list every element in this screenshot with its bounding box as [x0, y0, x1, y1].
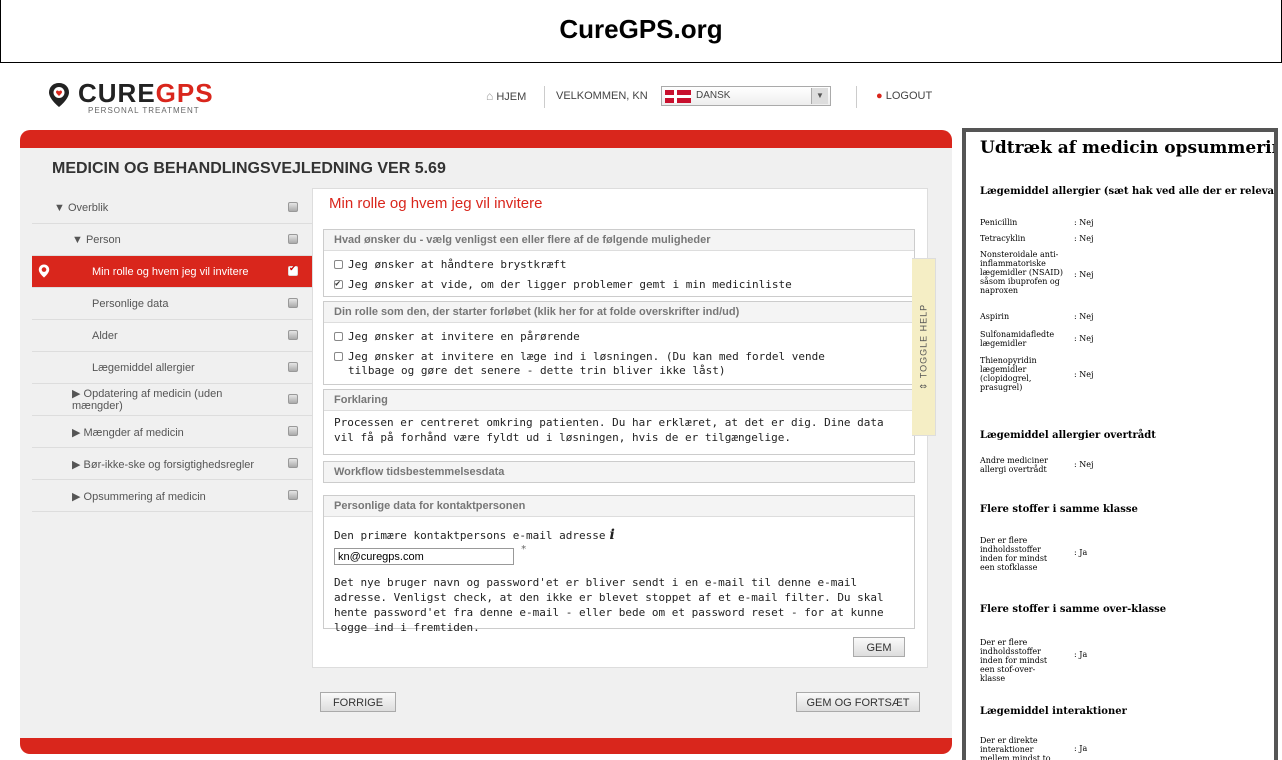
save-button[interactable]: GEM: [853, 637, 905, 657]
sidebar-item-alder[interactable]: Alder: [32, 320, 312, 352]
option-breast-cancer[interactable]: Jeg ønsker at håndtere brystkræft: [334, 258, 904, 272]
email-field[interactable]: [334, 548, 514, 565]
sidebar-item-overblik[interactable]: ▼ Overblik: [32, 192, 312, 224]
home-link[interactable]: ⌂ HJEM: [486, 89, 526, 103]
section-header[interactable]: Personlige data for kontaktpersonen: [324, 496, 914, 517]
user-icon: ●: [876, 90, 883, 102]
panel-top-bar: [20, 130, 952, 148]
section-contact: Personlige data for kontaktpersonen Den …: [323, 495, 915, 634]
email-label: Den primære kontaktpersons e-mail adress…: [334, 527, 615, 543]
sidebar-checkbox[interactable]: [288, 362, 298, 372]
checkbox[interactable]: [334, 332, 343, 341]
nav-divider: [544, 86, 545, 108]
language-select[interactable]: DANSK ▼: [661, 86, 831, 106]
location-pin-icon: [49, 83, 69, 107]
save-continue-button[interactable]: GEM OG FORTSÆT: [796, 692, 920, 712]
explanation-text: Processen er centreret omkring patienten…: [334, 416, 884, 444]
email-note: Det nye bruger navn og password'et er bl…: [334, 576, 884, 634]
sidebar-checkbox[interactable]: [288, 458, 298, 468]
content-panel: Min rolle og hvem jeg vil invitere Hvad …: [312, 188, 928, 668]
logout-link[interactable]: ● LOGOUT: [876, 90, 932, 102]
danish-flag-icon: [665, 90, 691, 103]
info-icon[interactable]: i: [610, 527, 615, 543]
summary-panel: Udtræk af medicin opsummering Lægemiddel…: [962, 128, 1278, 760]
sidebar-checkbox[interactable]: [288, 330, 298, 340]
site-title: CureGPS.org: [559, 14, 723, 44]
sidebar-item-forsigtighed[interactable]: ▶ Bør-ikke-ske og forsigtighedsregler: [32, 448, 312, 480]
sidebar-item-opdatering[interactable]: ▶ Opdatering af medicin (uden mængder): [32, 384, 312, 416]
home-icon: ⌂: [486, 89, 494, 103]
logo-wordmark: CUREGPS: [78, 78, 214, 108]
section-header[interactable]: Din rolle som den, der starter forløbet …: [324, 302, 914, 323]
welcome-text: VELKOMMEN, KN: [556, 90, 648, 102]
chevron-down-icon[interactable]: ▼: [811, 88, 828, 104]
content-title: Min rolle og hvem jeg vil invitere: [329, 195, 543, 212]
previous-button[interactable]: FORRIGE: [320, 692, 396, 712]
required-mark: *: [520, 544, 527, 555]
checkbox[interactable]: [334, 260, 343, 269]
option-invite-doctor[interactable]: Jeg ønsker at invitere en læge ind i løs…: [334, 350, 868, 378]
sidebar-checkbox[interactable]: [288, 394, 298, 404]
summary-allergy-header: Lægemiddel allergier (sæt hak ved alle d…: [980, 186, 1278, 197]
sidebar: ▼ Overblik ▼ Person Min rolle og hvem je…: [32, 192, 312, 512]
panel-bottom-bar: [20, 738, 952, 754]
page-title: MEDICIN OG BEHANDLINGSVEJLEDNING VER 5.6…: [52, 160, 446, 177]
checkbox-checked[interactable]: [334, 277, 343, 291]
summary-interactions-header: Lægemiddel interaktioner: [980, 706, 1127, 717]
section-wishes: Hvad ønsker du - vælg venligst een eller…: [323, 229, 915, 297]
sidebar-checkbox[interactable]: [288, 234, 298, 244]
site-banner: CureGPS.org: [0, 0, 1282, 63]
sidebar-item-allergier[interactable]: Lægemiddel allergier: [32, 352, 312, 384]
summary-violated-header: Lægemiddel allergier overtrådt: [980, 430, 1156, 441]
location-pin-icon: [38, 264, 50, 278]
sidebar-checkbox[interactable]: [288, 426, 298, 436]
section-header[interactable]: Hvad ønsker du - vælg venligst een eller…: [324, 230, 914, 251]
section-explanation: Forklaring Processen er centreret omkrin…: [323, 389, 915, 455]
checkbox[interactable]: [334, 352, 343, 361]
sidebar-checkbox-checked[interactable]: [288, 263, 298, 276]
language-value: DANSK: [696, 90, 731, 101]
summary-title: Udtræk af medicin opsummering: [980, 138, 1278, 158]
logo-tagline: PERSONAL TREATMENT: [88, 106, 200, 115]
section-workflow: Workflow tidsbestemmelsesdata: [323, 461, 915, 483]
sidebar-item-min-rolle[interactable]: Min rolle og hvem jeg vil invitere: [32, 256, 312, 288]
section-role: Din rolle som den, der starter forløbet …: [323, 301, 915, 385]
summary-same-superclass-header: Flere stoffer i samme over-klasse: [980, 604, 1167, 615]
sidebar-checkbox[interactable]: [288, 202, 298, 212]
sidebar-checkbox[interactable]: [288, 298, 298, 308]
sidebar-item-opsummering[interactable]: ▶ Opsummering af medicin: [32, 480, 312, 512]
option-medicine-problems[interactable]: Jeg ønsker at vide, om der ligger proble…: [334, 277, 904, 292]
sidebar-checkbox[interactable]: [288, 490, 298, 500]
sidebar-item-person[interactable]: ▼ Person: [32, 224, 312, 256]
sidebar-item-maengder[interactable]: ▶ Mængder af medicin: [32, 416, 312, 448]
option-invite-relative[interactable]: Jeg ønsker at invitere en pårørende: [334, 330, 904, 344]
toggle-help-tab[interactable]: ⇕ TOGGLE HELP: [912, 258, 936, 436]
summary-same-class-header: Flere stoffer i samme klasse: [980, 504, 1138, 515]
section-header[interactable]: Workflow tidsbestemmelsesdata: [324, 462, 914, 482]
section-header[interactable]: Forklaring: [324, 390, 914, 411]
nav-divider: [856, 86, 857, 108]
sidebar-item-personlige-data[interactable]: Personlige data: [32, 288, 312, 320]
